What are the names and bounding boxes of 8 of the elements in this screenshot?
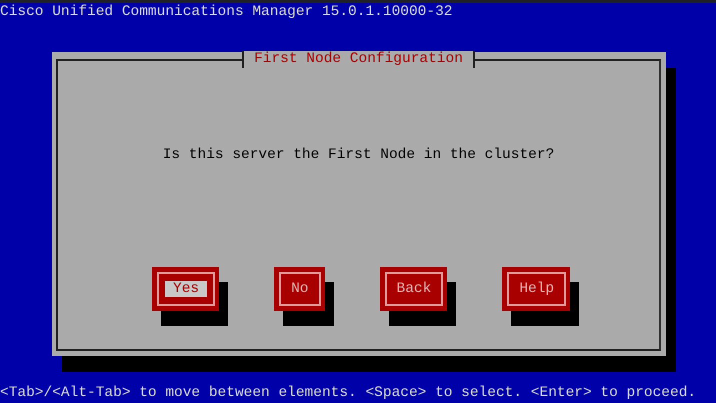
question-text: Is this server the First Node in the cluster? xyxy=(162,146,556,164)
dialog-button[interactable]: Help xyxy=(502,267,570,311)
keyboard-hint: <Tab>/<Alt-Tab> to move between elements. <Space> to select. <Enter> to proceed. xyxy=(0,385,698,401)
header-title: Cisco Unified Communications Manager 15.0.1.10000-32 xyxy=(0,3,454,20)
dialog-button[interactable]: Back xyxy=(380,267,448,311)
dialog-button[interactable]: No xyxy=(274,267,325,311)
dialog-button[interactable]: Yes xyxy=(152,267,220,311)
dialog-title: First Node Configuration xyxy=(242,51,475,68)
